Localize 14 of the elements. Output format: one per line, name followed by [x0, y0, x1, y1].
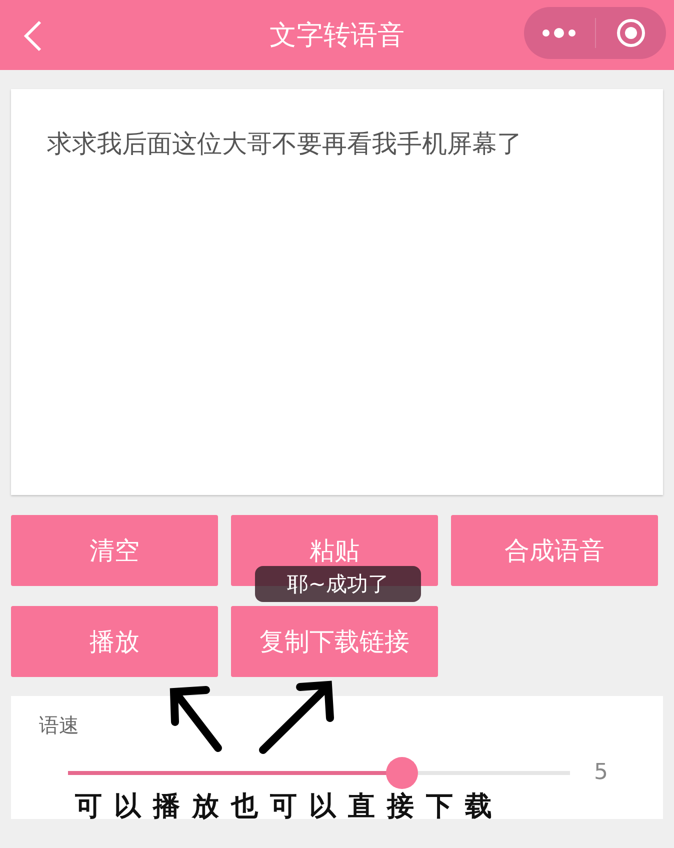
action-button[interactable]: 播放 [11, 606, 218, 677]
speed-value: 5 [594, 760, 608, 785]
text-input[interactable]: 求求我后面这位大哥不要再看我手机屏幕了 [11, 89, 663, 495]
action-button[interactable]: 复制下载链接 [231, 606, 438, 677]
more-icon[interactable] [542, 27, 576, 39]
target-icon[interactable] [616, 18, 646, 48]
toast-message: 耶~成功了 [255, 566, 421, 602]
action-button[interactable]: 清空 [11, 515, 218, 586]
handwritten-note: 可以播放也可以直接下载 [75, 790, 504, 824]
back-icon[interactable] [22, 20, 44, 52]
speed-label: 语速 [39, 712, 79, 739]
action-button[interactable]: 合成语音 [451, 515, 658, 586]
slider-thumb[interactable] [386, 757, 418, 789]
nav-title: 文字转语音 [270, 19, 404, 53]
